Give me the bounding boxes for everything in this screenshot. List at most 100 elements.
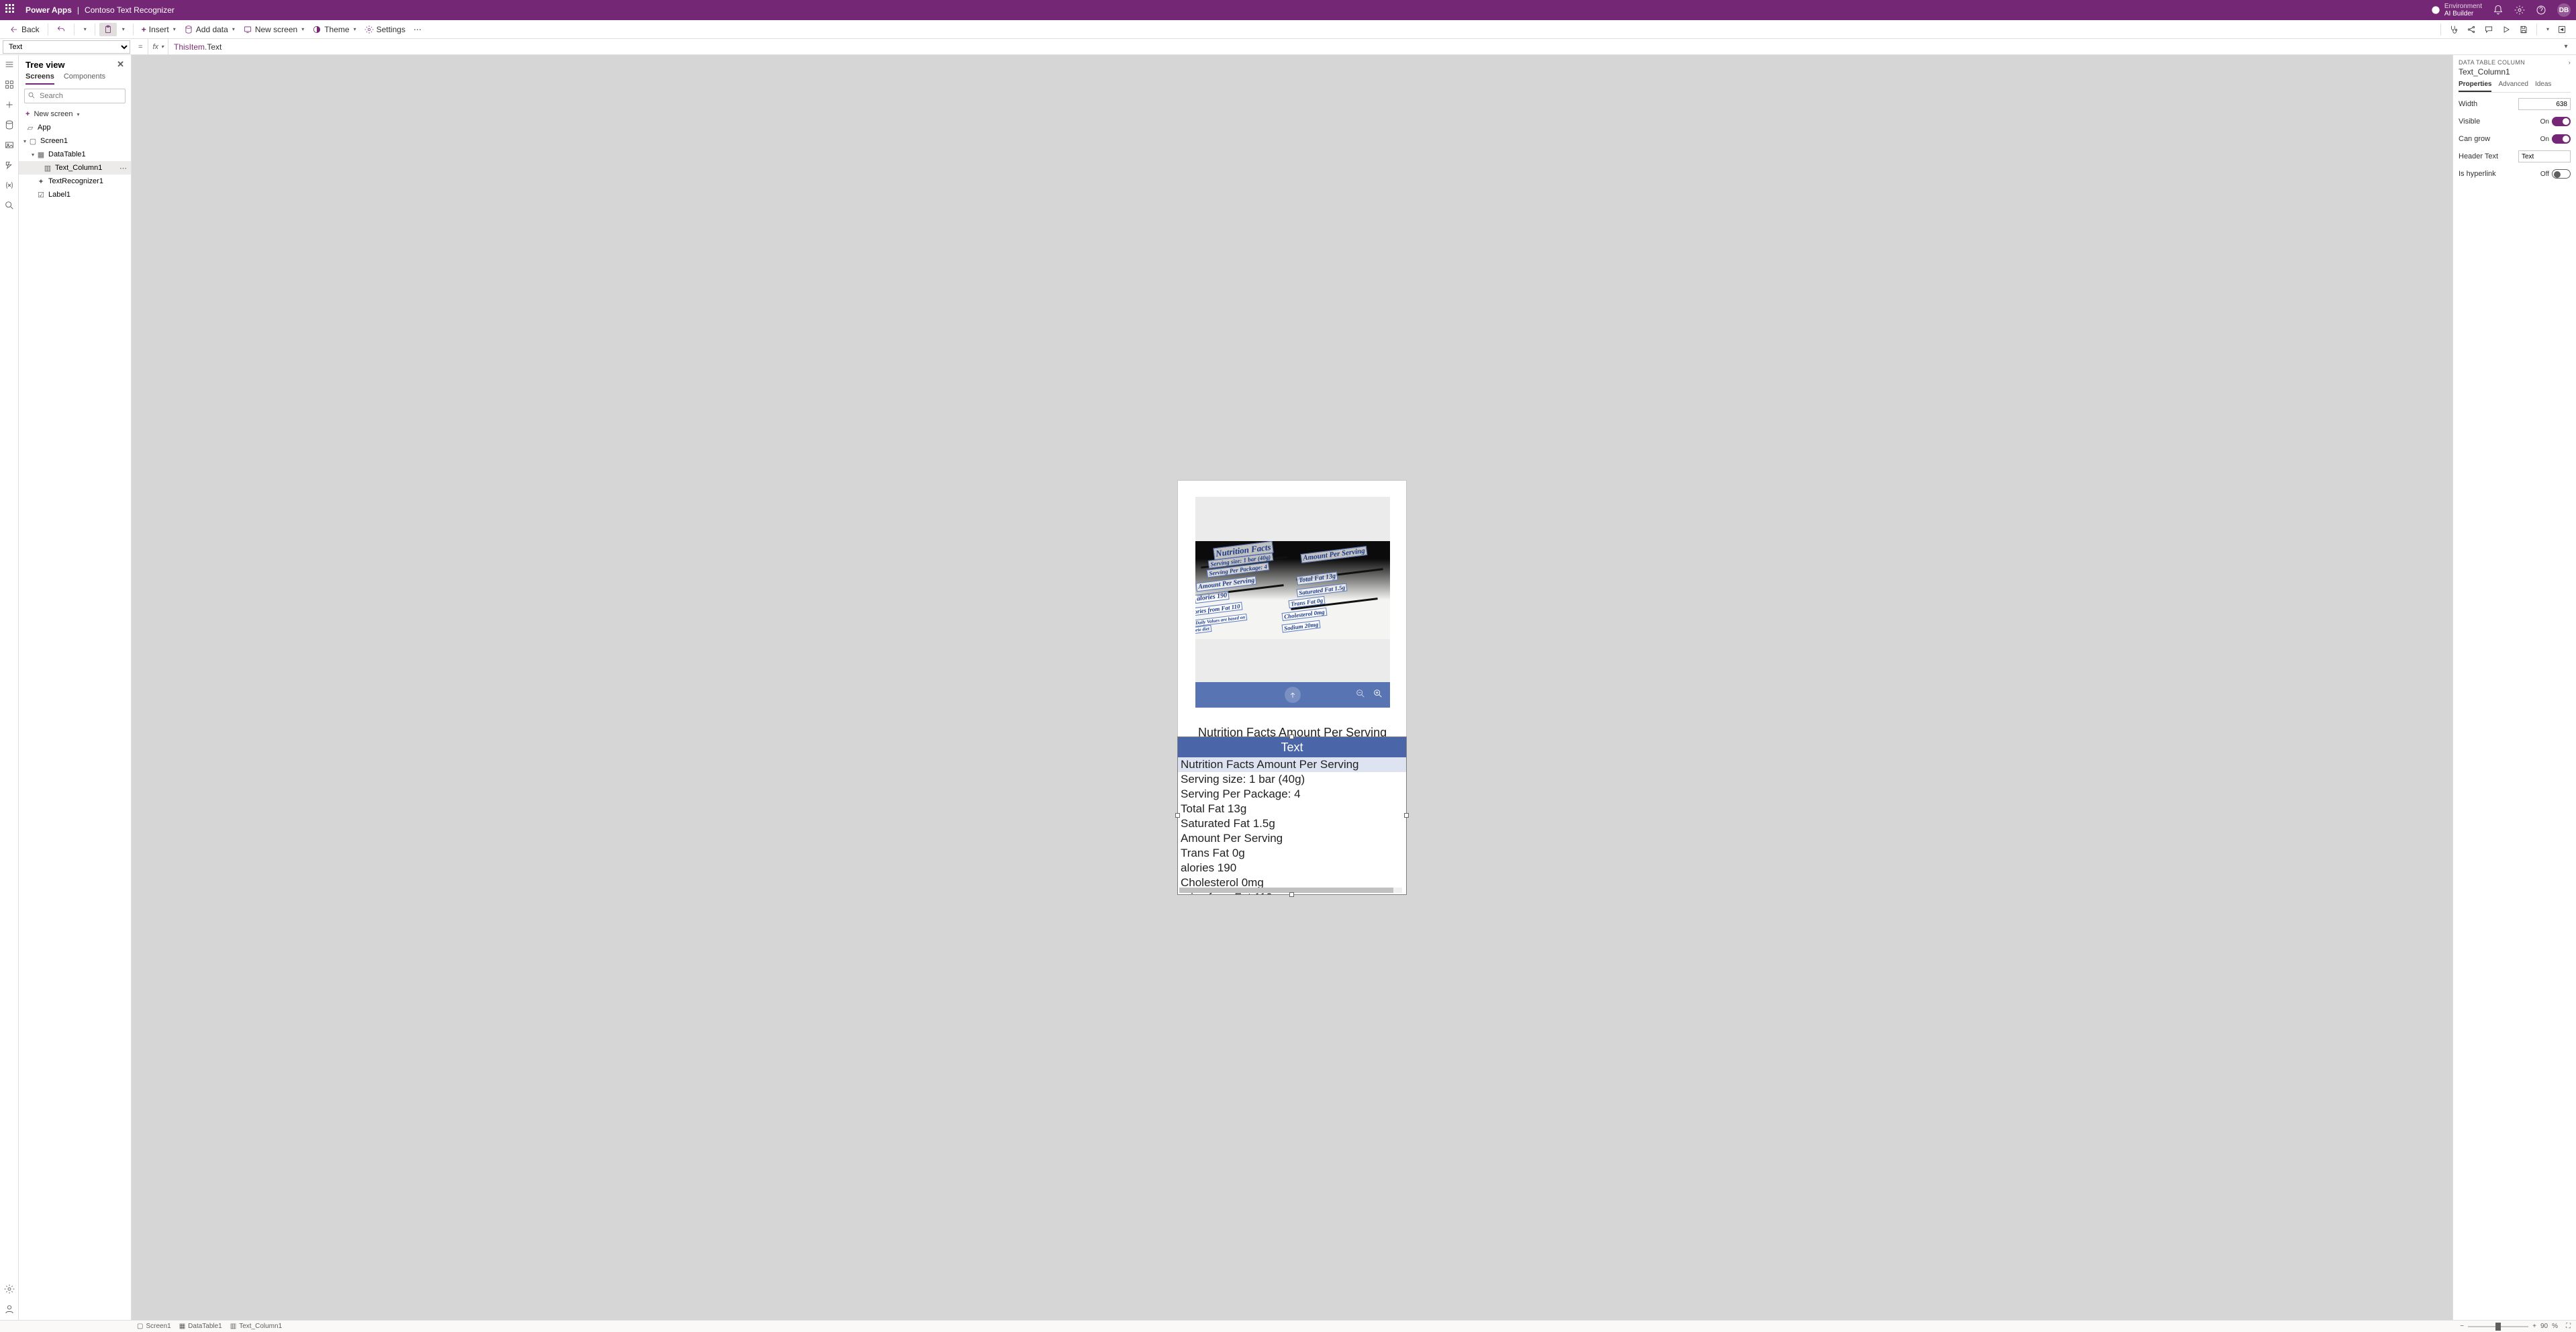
breadcrumb-table[interactable]: ▦ DataTable1 [179, 1323, 222, 1330]
insert-button[interactable]: + Insert ▾ [138, 23, 180, 36]
resize-handle[interactable] [1289, 734, 1294, 739]
app-checker-button[interactable] [2445, 23, 2463, 36]
share-button[interactable] [2463, 23, 2480, 36]
analyzed-image: Nutrition Facts Amount Per Serving Servi… [1195, 541, 1390, 639]
paste-button[interactable] [99, 23, 117, 36]
overflow-button[interactable]: ⋯ [409, 23, 426, 36]
table-row[interactable]: alories 190 [1178, 861, 1406, 875]
hyperlink-toggle[interactable]: Off [2540, 169, 2571, 179]
tab-screens[interactable]: Screens [26, 73, 54, 85]
app-launcher-icon[interactable] [5, 4, 17, 16]
back-arrow-icon [9, 25, 19, 34]
zoom-out-button[interactable]: − [2460, 1323, 2464, 1330]
save-icon [2519, 25, 2528, 34]
expand-right-panel-icon[interactable]: › [2569, 59, 2571, 66]
table-row[interactable]: Serving size: 1 bar (40g) [1178, 772, 1406, 787]
insert-rail-icon[interactable] [4, 99, 15, 110]
table-row[interactable]: Saturated Fat 1.5g [1178, 816, 1406, 831]
resize-handle[interactable] [1175, 813, 1180, 818]
resize-handle[interactable] [1404, 813, 1409, 818]
tab-properties[interactable]: Properties [2459, 81, 2491, 92]
settings-rail-icon[interactable] [4, 1284, 15, 1294]
paste-menu[interactable]: ▾ [117, 24, 129, 34]
canvas[interactable]: Nutrition Facts Amount Per Serving Servi… [132, 55, 2453, 1320]
expand-formula-icon[interactable]: ▾ [2556, 43, 2576, 50]
ask-virtual-agent-icon[interactable] [4, 1304, 15, 1315]
table-row[interactable]: Serving Per Package: 4 [1178, 787, 1406, 802]
share-icon [2467, 25, 2476, 34]
close-tree-icon[interactable]: ✕ [117, 59, 124, 70]
settings-button[interactable]: Settings [360, 23, 409, 36]
zoom-pct: % [2552, 1323, 2558, 1330]
theme-button[interactable]: Theme ▾ [308, 23, 360, 36]
notifications-icon[interactable] [2493, 5, 2504, 15]
help-icon[interactable] [2536, 5, 2546, 15]
new-screen-label: New screen [255, 25, 297, 34]
zoom-in-icon[interactable] [1373, 688, 1383, 702]
back-button[interactable]: Back [5, 23, 44, 36]
separator: | [77, 5, 79, 15]
tab-components[interactable]: Components [64, 73, 105, 85]
data-table-control[interactable]: Text Nutrition Facts Amount Per Serving … [1178, 737, 1406, 894]
save-menu[interactable]: ▾ [2541, 24, 2553, 34]
media-rail-icon[interactable] [4, 140, 15, 150]
tab-advanced[interactable]: Advanced [2498, 81, 2528, 92]
width-input[interactable] [2518, 98, 2571, 110]
fx-label[interactable]: fx▾ [148, 39, 168, 54]
breadcrumb-column[interactable]: ▥ Text_Column1 [230, 1323, 282, 1330]
table-row[interactable]: Nutrition Facts Amount Per Serving [1178, 757, 1406, 772]
settings-icon[interactable] [2514, 5, 2525, 15]
property-selector[interactable]: Text [3, 40, 130, 54]
new-screen-button[interactable]: New screen ▾ [239, 23, 308, 36]
zoom-slider[interactable] [2468, 1326, 2528, 1327]
play-icon [2501, 25, 2511, 34]
column-header[interactable]: Text [1178, 737, 1406, 757]
search-rail-icon[interactable] [4, 200, 15, 211]
visible-toggle[interactable]: On [2540, 117, 2571, 126]
tree-item-datatable1[interactable]: ▾ ▦ DataTable1 [19, 148, 131, 161]
power-automate-icon[interactable] [4, 160, 15, 171]
table-row[interactable]: Amount Per Serving [1178, 831, 1406, 846]
zoom-in-button[interactable]: + [2532, 1323, 2536, 1330]
fit-to-window-icon[interactable]: ⛶ [2566, 1323, 2571, 1330]
tree-view-icon[interactable] [4, 79, 15, 90]
zoom-out-icon[interactable] [1355, 688, 1366, 702]
add-data-button[interactable]: Add data ▾ [180, 23, 239, 36]
environment-picker[interactable]: Environment AI Builder [2431, 3, 2482, 17]
cangrow-toggle[interactable]: On [2540, 134, 2571, 144]
upload-image-button[interactable] [1285, 687, 1301, 703]
data-rail-icon[interactable] [4, 120, 15, 130]
selection-type: DATA TABLE COLUMN [2459, 59, 2525, 66]
environment-icon [2431, 5, 2440, 15]
tree-item-label1[interactable]: ☑ Label1 [19, 188, 131, 201]
user-avatar[interactable]: DB [2557, 3, 2571, 17]
header-text-input[interactable] [2518, 150, 2571, 162]
comments-button[interactable] [2480, 23, 2497, 36]
hamburger-icon[interactable] [4, 59, 15, 70]
tree-search-input[interactable] [24, 89, 126, 103]
variables-icon[interactable] [4, 180, 15, 191]
tree-item-text-column1[interactable]: ▥ Text_Column1 ⋯ [19, 161, 131, 175]
visible-label: Visible [2459, 117, 2480, 126]
undo-menu[interactable]: ▾ [79, 24, 91, 34]
tree-item-screen1[interactable]: ▾ ▢ Screen1 [19, 134, 131, 148]
more-icon[interactable]: ⋯ [119, 164, 127, 173]
formula-input[interactable]: ThisItem.Text [168, 42, 2556, 52]
preview-button[interactable] [2497, 23, 2515, 36]
save-button[interactable] [2515, 23, 2532, 36]
brand-label: Power Apps [26, 5, 72, 15]
breadcrumb-screen[interactable]: ▢ Screen1 [137, 1323, 171, 1330]
tree-new-screen[interactable]: + New screen ▾ [19, 107, 131, 121]
resize-handle[interactable] [1289, 892, 1294, 897]
tree-item-textrecognizer1[interactable]: ✦ TextRecognizer1 [19, 175, 131, 188]
publish-button[interactable] [2553, 23, 2571, 36]
undo-button[interactable] [52, 23, 70, 36]
tab-ideas[interactable]: Ideas [2535, 81, 2551, 92]
clipboard-icon [103, 25, 113, 34]
tree-item-app[interactable]: ▱ App [19, 121, 131, 134]
gear-icon [364, 25, 374, 34]
text-recognizer-control[interactable]: Nutrition Facts Amount Per Serving Servi… [1195, 497, 1390, 708]
table-row[interactable]: Trans Fat 0g [1178, 846, 1406, 861]
theme-label: Theme [324, 25, 349, 34]
table-row[interactable]: Total Fat 13g [1178, 802, 1406, 816]
